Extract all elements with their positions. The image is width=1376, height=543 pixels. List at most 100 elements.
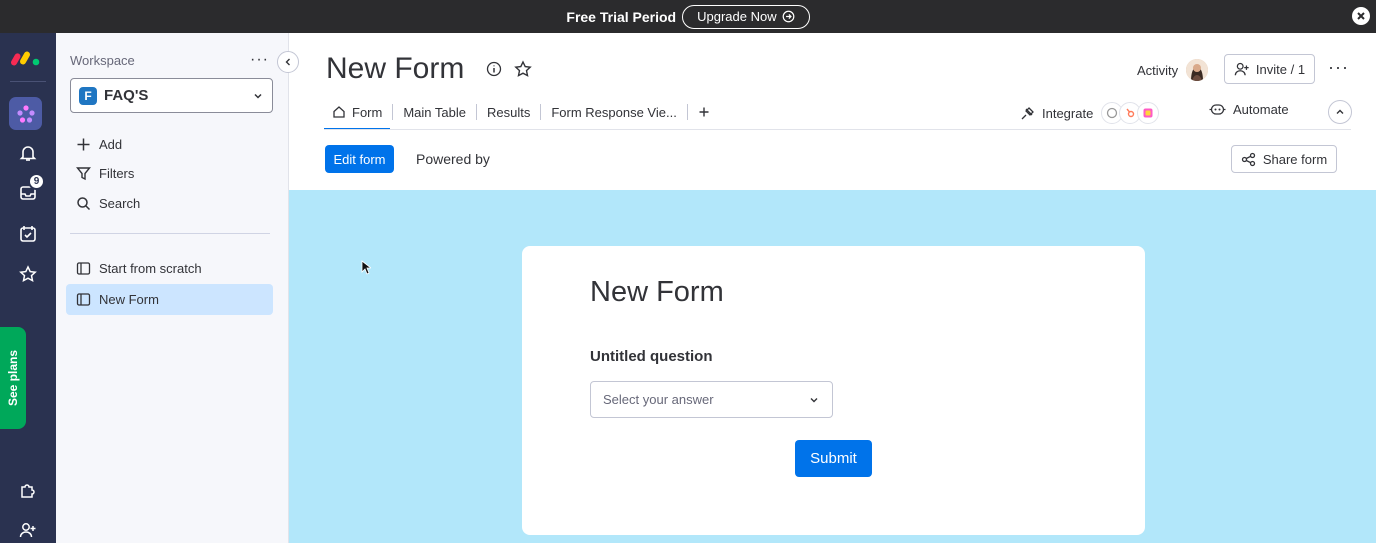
sidebar-add-label: Add xyxy=(99,136,123,152)
integration-logos xyxy=(1101,102,1160,124)
close-banner-button[interactable] xyxy=(1352,7,1370,25)
workspace-select[interactable]: F FAQ'S xyxy=(70,78,273,113)
sidebar-board-label: Start from scratch xyxy=(99,261,202,276)
see-plans-button[interactable]: See plans xyxy=(0,327,26,429)
tab-form-response-view[interactable]: Form Response Vie... xyxy=(543,95,684,129)
robot-icon xyxy=(1209,104,1226,115)
mouse-cursor-icon xyxy=(361,260,371,275)
form-toolbar: Edit form Powered by Share form xyxy=(289,130,1376,190)
workspace-dots-icon xyxy=(16,104,35,123)
share-icon xyxy=(1241,152,1255,166)
close-icon xyxy=(1357,12,1365,20)
puzzle-icon xyxy=(21,484,35,498)
tab-main-table[interactable]: Main Table xyxy=(395,95,474,129)
submit-button[interactable]: Submit xyxy=(795,440,872,477)
invite-members-button[interactable] xyxy=(14,516,42,543)
chevron-up-icon xyxy=(1336,109,1344,114)
sidebar-board-label: New Form xyxy=(99,292,159,307)
tab-label: Form xyxy=(352,104,383,120)
info-icon[interactable] xyxy=(486,61,502,77)
add-user-icon xyxy=(1234,62,1249,76)
left-rail: 9 See plans xyxy=(0,33,56,543)
plus-icon xyxy=(77,138,90,150)
collapse-header-button[interactable] xyxy=(1328,100,1352,124)
see-plans-label: See plans xyxy=(6,349,20,407)
bell-icon xyxy=(19,146,37,161)
chevron-left-icon xyxy=(285,58,290,66)
sidebar-filters-label: Filters xyxy=(99,165,135,181)
invite-button[interactable]: Invite / 1 xyxy=(1224,54,1315,84)
answer-select[interactable]: Select your answer xyxy=(590,381,833,418)
share-form-label: Share form xyxy=(1262,151,1328,167)
sidebar-item-start-from-scratch[interactable]: Start from scratch xyxy=(66,253,273,284)
form-canvas: New Form Untitled question Select your a… xyxy=(289,190,1376,543)
monday-logo-icon[interactable] xyxy=(11,47,43,72)
collapse-sidebar-button[interactable] xyxy=(277,51,299,73)
answer-placeholder: Select your answer xyxy=(603,392,714,407)
activity-label: Activity xyxy=(1137,62,1179,78)
page-title[interactable]: New Form xyxy=(326,52,464,86)
board-icon xyxy=(76,293,91,306)
automate-label: Automate xyxy=(1233,102,1289,117)
sidebar-divider xyxy=(70,233,270,234)
tab-label: Results xyxy=(486,104,531,120)
trial-text: Free Trial Period xyxy=(566,8,677,25)
trial-banner: Free Trial Period Upgrade Now xyxy=(0,0,1376,33)
sidebar-item-new-form[interactable]: New Form xyxy=(66,284,273,315)
star-icon xyxy=(19,265,37,283)
avatar xyxy=(1186,59,1209,81)
notifications-button[interactable] xyxy=(14,139,42,167)
invite-label: Invite / 1 xyxy=(1255,61,1306,77)
form-card: New Form Untitled question Select your a… xyxy=(522,246,1145,535)
board-more-button[interactable]: ··· xyxy=(1328,57,1349,78)
workspace-label: Workspace xyxy=(70,53,135,68)
workspace-letter-icon: F xyxy=(79,86,97,105)
tab-results[interactable]: Results xyxy=(479,95,538,129)
integrate-button[interactable]: Integrate xyxy=(1020,102,1160,124)
tab-separator xyxy=(392,104,394,120)
tab-label: Form Response Vie... xyxy=(551,104,677,120)
home-icon xyxy=(333,106,345,118)
tab-form[interactable]: Form xyxy=(324,95,391,130)
tab-separator xyxy=(686,104,688,120)
filter-icon xyxy=(76,166,91,180)
add-view-button[interactable] xyxy=(690,95,718,129)
app-integration-icon xyxy=(1137,102,1160,124)
integrate-label: Integrate xyxy=(1042,105,1094,121)
my-work-button[interactable] xyxy=(14,220,42,248)
title-actions xyxy=(486,60,532,78)
integrate-plug-icon xyxy=(1021,107,1034,120)
sidebar-search-button[interactable]: Search xyxy=(76,192,140,214)
plus-icon xyxy=(699,107,709,117)
arrow-circle-icon xyxy=(782,10,794,23)
inbox-count-badge: 9 xyxy=(28,173,45,190)
workspace-more-button[interactable]: ··· xyxy=(250,51,269,69)
workspaces-button[interactable] xyxy=(9,97,42,130)
upgrade-now-button[interactable]: Upgrade Now xyxy=(682,4,810,29)
sidebar-filters-button[interactable]: Filters xyxy=(76,162,134,184)
search-icon xyxy=(77,196,91,210)
star-icon[interactable] xyxy=(514,60,532,78)
edit-form-button[interactable]: Edit form xyxy=(325,145,394,173)
rail-divider xyxy=(10,81,46,82)
board-tabs: Form Main Table Results Form Response Vi… xyxy=(324,95,718,130)
workspace-sidebar: Workspace ··· F FAQ'S Add Filters Search… xyxy=(56,33,289,543)
powered-by-label: Powered by xyxy=(416,151,490,167)
form-title: New Form xyxy=(590,276,724,308)
board-icon xyxy=(76,262,91,275)
sidebar-search-label: Search xyxy=(99,195,141,211)
activity-button[interactable]: Activity xyxy=(1137,59,1209,81)
chevron-down-icon xyxy=(810,397,818,402)
tab-label: Main Table xyxy=(403,104,466,120)
automate-button[interactable]: Automate xyxy=(1209,102,1289,117)
share-form-button[interactable]: Share form xyxy=(1231,145,1337,173)
add-user-icon xyxy=(19,523,36,538)
question-label: Untitled question xyxy=(590,348,713,365)
main-area: New Form Activity Invite / 1 ··· Form Ma… xyxy=(289,33,1376,543)
workspace-name: FAQ'S xyxy=(104,87,149,104)
favorites-button[interactable] xyxy=(14,260,42,288)
chevron-down-icon xyxy=(254,93,262,99)
tab-separator xyxy=(540,104,542,120)
apps-button[interactable] xyxy=(14,476,42,504)
sidebar-add-button[interactable]: Add xyxy=(76,133,122,155)
